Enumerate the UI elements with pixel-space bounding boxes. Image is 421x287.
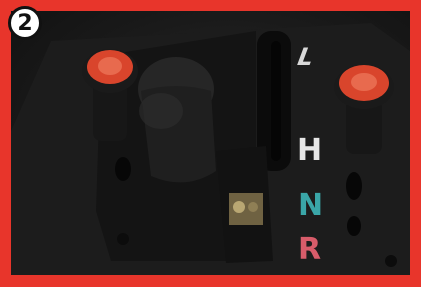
left-lever-slot	[115, 157, 131, 181]
left-red-knob-center	[98, 57, 122, 75]
bolt-hole	[385, 255, 397, 267]
shifter-illustration	[11, 23, 410, 275]
transfer-case-photo: L H N R	[11, 11, 410, 275]
shift-label-h: H	[297, 133, 323, 168]
shift-label-n: N	[298, 188, 324, 223]
right-red-knob-center	[351, 73, 377, 91]
detent-bolt	[233, 201, 245, 213]
right-lever-slot-lower	[347, 216, 361, 236]
bolt-hole	[117, 233, 129, 245]
red-frame: L H N R 2	[0, 0, 421, 287]
detent-bolt	[248, 202, 258, 212]
right-lever-slot	[346, 172, 362, 200]
step-number-badge: 2	[8, 6, 42, 40]
shifter-highlight	[139, 93, 183, 129]
shift-label-r: R	[298, 232, 322, 267]
gate-slot-inner	[271, 41, 281, 161]
